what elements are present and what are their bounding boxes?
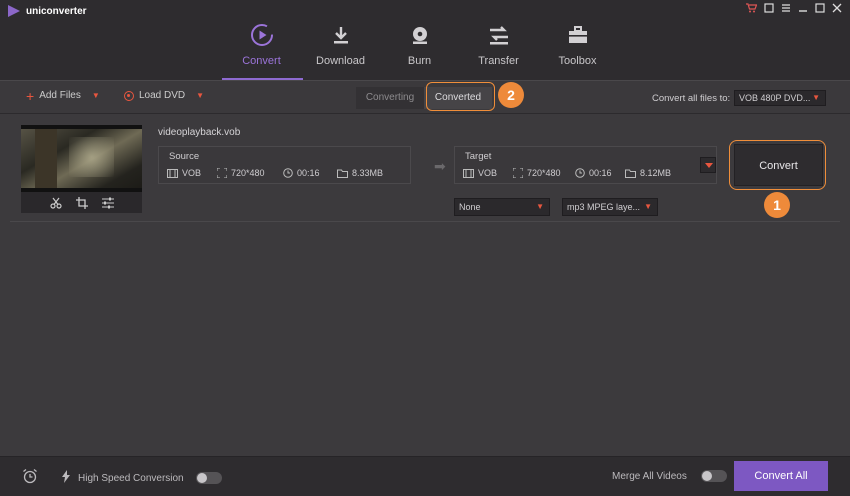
thumbnail-light [69,137,114,177]
video-thumbnail[interactable] [21,125,142,192]
target-format: VOB [463,168,513,178]
high-speed-toggle[interactable] [195,472,222,484]
thumbnail-tree [35,125,57,192]
target-size: 8.12MB [625,168,671,178]
convert-all-format-select[interactable]: VOB 480P DVD... ▼ [734,90,826,106]
merge-all-videos: Merge All Videos [612,470,727,482]
clock-icon [283,168,293,178]
target-resolution: 720*480 [513,168,575,178]
nav-convert-label: Convert [242,55,281,67]
burn-icon [410,23,430,47]
plus-icon: + [26,87,35,104]
film-icon [167,168,178,178]
menu-icon[interactable] [781,3,791,16]
nav-toolbox-label: Toolbox [558,55,597,67]
subtitle-select[interactable]: None ▼ [454,198,550,216]
disc-icon [124,90,134,101]
chevron-down-icon[interactable]: ▼ [196,91,204,100]
nav-burn-label: Burn [407,55,432,67]
alarm-clock-icon[interactable] [22,468,38,487]
convert-all-button[interactable]: Convert All [734,461,828,491]
converted-tab-highlight [426,82,495,111]
film-icon [463,168,474,178]
crop-icon[interactable] [75,196,88,212]
step-badge-1: 1 [764,192,790,218]
target-title: Target [465,151,492,162]
target-settings-dropdown[interactable] [700,157,716,173]
add-files-button[interactable]: + Add Files ▼ [26,87,100,104]
tab-converting[interactable]: Converting [356,87,424,109]
target-info[interactable]: Target VOB 720*480 00:16 8.12MB [454,146,717,184]
chevron-down-icon[interactable]: ▼ [92,91,100,100]
close-icon[interactable] [832,3,842,16]
app-logo: uniconverter [8,5,87,17]
nav-burn[interactable]: Burn [380,18,459,80]
app-title: uniconverter [26,5,87,17]
source-title: Source [169,151,200,162]
resolution-icon [217,168,227,178]
video-thumbnail-panel [21,125,142,213]
file-name: videoplayback.vob [158,127,241,138]
nav-convert[interactable]: Convert [222,18,301,80]
main-nav: Convert Download Burn Transfer Toolbox [222,18,617,80]
subtitle-value: None [459,202,481,212]
chevron-down-icon: ▼ [644,202,652,211]
source-size: 8.33MB [337,168,383,178]
nav-transfer[interactable]: Transfer [459,18,538,80]
convert-button-highlight [729,140,826,190]
source-format: VOB [167,168,217,178]
chevron-down-icon: ▼ [536,202,544,211]
audio-track-value: mp3 MPEG laye... [567,202,641,212]
bottom-bar: High Speed Conversion Merge All Videos C… [0,456,850,496]
account-icon[interactable] [764,3,774,16]
source-resolution: 720*480 [217,168,283,178]
maximize-icon[interactable] [815,3,825,16]
minimize-icon[interactable] [798,3,808,16]
high-speed-conversion: High Speed Conversion [62,470,222,486]
nav-download-label: Download [316,55,365,67]
merge-label: Merge All Videos [612,470,687,482]
resolution-icon [513,168,523,178]
step-badge-2: 2 [498,82,524,108]
load-dvd-label: Load DVD [139,90,186,101]
load-dvd-button[interactable]: Load DVD ▼ [124,90,204,101]
source-duration: 00:16 [283,168,337,178]
trim-icon[interactable] [49,197,62,212]
window-controls [746,3,842,16]
nav-toolbox[interactable]: Toolbox [538,18,617,80]
toolbar: + Add Files ▼ Load DVD ▼ Converting Conv… [0,80,850,114]
convert-all-label: Convert all files to: [652,93,731,104]
folder-icon [625,169,636,178]
file-item: videoplayback.vob Source VOB 720*480 00:… [10,118,840,222]
effects-icon[interactable] [101,197,114,212]
transfer-icon [488,23,510,47]
audio-track-select[interactable]: mp3 MPEG laye... ▼ [562,198,658,216]
merge-toggle[interactable] [700,470,727,482]
target-duration: 00:16 [575,168,625,178]
convert-all-format-value: VOB 480P DVD... [739,93,811,103]
nav-download[interactable]: Download [301,18,380,80]
download-icon [331,23,351,47]
nav-transfer-label: Transfer [478,55,519,67]
folder-icon [337,169,348,178]
logo-icon [8,5,20,17]
convert-arrow-icon: ➡ [434,158,446,174]
lightning-icon [62,470,70,486]
add-files-label: Add Files [39,90,81,101]
cart-icon[interactable] [746,3,758,16]
toolbox-icon [567,23,589,47]
chevron-down-icon: ▼ [812,93,820,102]
edit-tools [21,195,142,213]
source-info: Source VOB 720*480 00:16 8.33MB [158,146,411,184]
clock-icon [575,168,585,178]
convert-icon [250,23,274,47]
top-bar: uniconverter Convert Download Burn Trans… [0,0,850,80]
high-speed-label: High Speed Conversion [78,472,184,484]
